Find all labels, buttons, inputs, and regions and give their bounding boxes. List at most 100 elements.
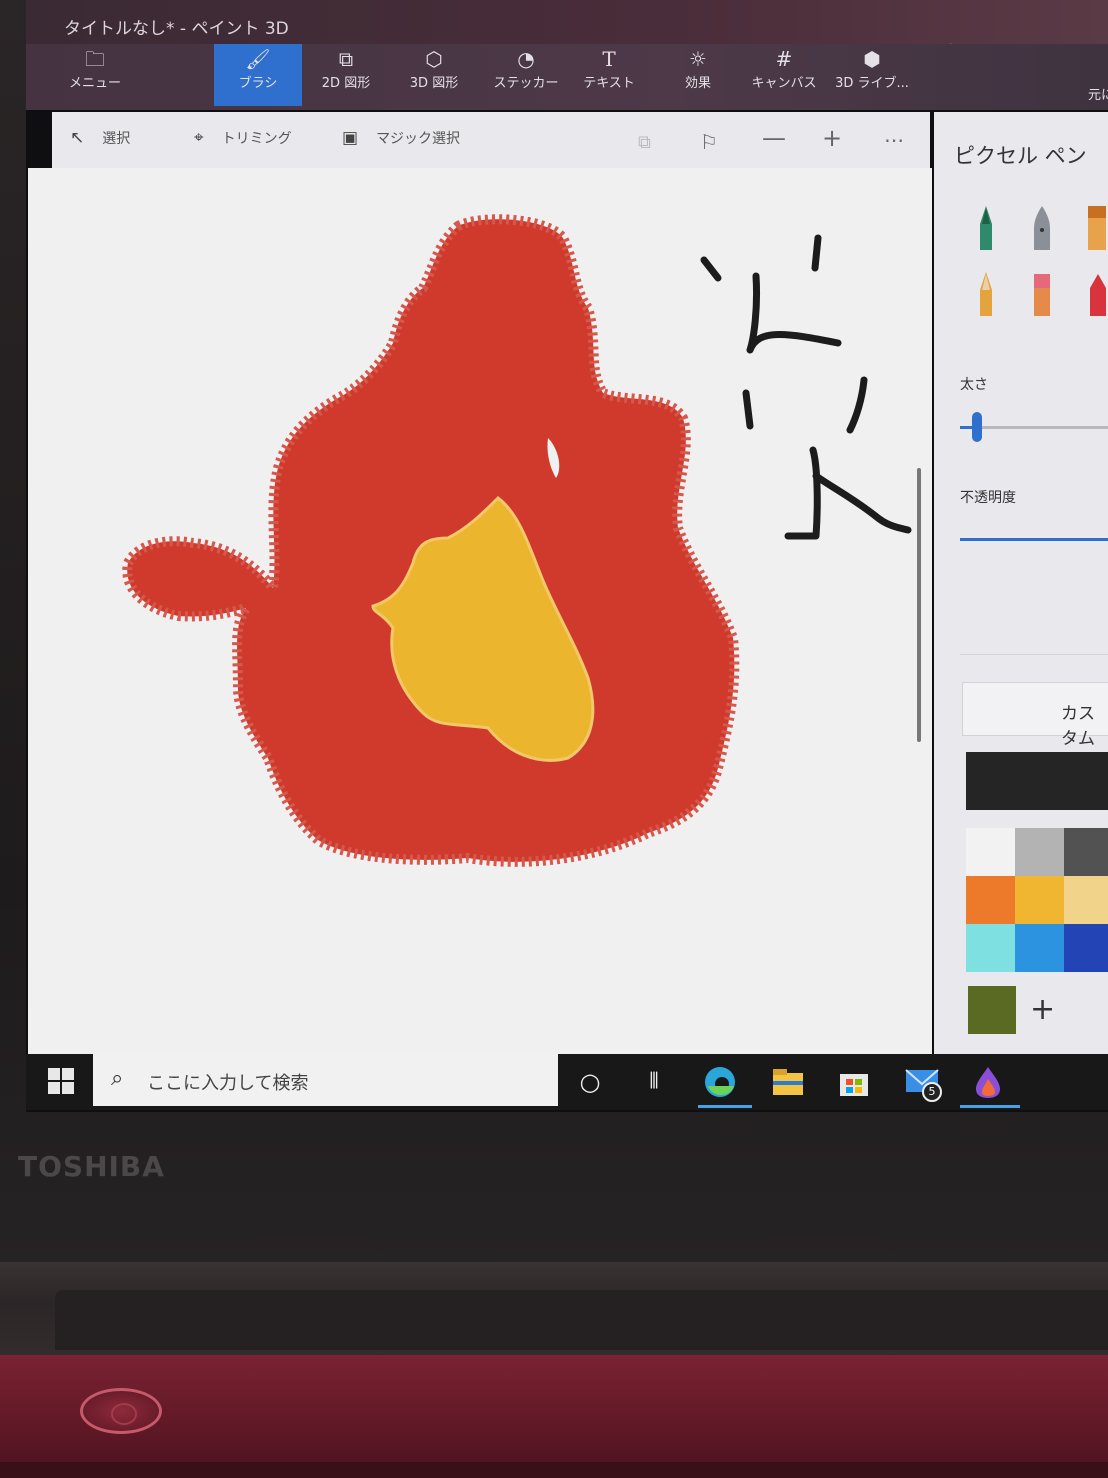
tab-brush-label: ブラシ <box>238 76 278 91</box>
paint-3d-logo <box>976 1067 1000 1098</box>
search-input[interactable]: ⌕ ここに入力して検索 <box>93 1054 558 1106</box>
keyboard-edge <box>0 1462 1108 1478</box>
store-logo <box>840 1074 868 1096</box>
color-swatch[interactable] <box>1015 828 1064 876</box>
edge-logo <box>705 1067 735 1097</box>
tab-2d-shapes-label: 2D 図形 <box>321 76 371 91</box>
mail-icon[interactable]: 5 <box>900 1062 944 1102</box>
magic-select-label: マジック選択 <box>376 131 461 147</box>
magic-select-button[interactable]: ▣ マジック選択 <box>342 128 460 148</box>
3d-shapes-icon: ⬡ <box>425 47 443 71</box>
paint-3d-icon[interactable] <box>960 1062 1020 1108</box>
active-indicator <box>960 1105 1020 1108</box>
select-button[interactable]: ↖ 選択 <box>70 128 130 148</box>
pencil-icon[interactable] <box>968 268 1004 318</box>
crayon-icon[interactable] <box>1084 268 1108 318</box>
laptop-brand-logo: TOSHIBA <box>18 1150 165 1183</box>
2d-shapes-icon: ⧉ <box>338 47 354 71</box>
crop-button[interactable]: ⌖ トリミング <box>194 128 292 148</box>
crop-label: トリミング <box>221 131 292 147</box>
color-swatch[interactable] <box>1064 828 1108 876</box>
menu-label: メニュー <box>68 76 121 91</box>
eraser-icon[interactable] <box>1024 268 1060 318</box>
oil-brush-icon[interactable] <box>1084 202 1108 252</box>
tab-3d-library[interactable]: ⬢ 3D ライブ... <box>832 44 912 106</box>
3d-library-icon: ⬢ <box>863 47 881 71</box>
color-swatch[interactable] <box>1015 876 1064 924</box>
search-placeholder: ここに入力して検索 <box>147 1073 309 1094</box>
zoom-out-icon[interactable]: — <box>762 124 786 152</box>
tab-canvas[interactable]: # キャンバス <box>744 44 824 106</box>
taskbar: ⌕ ここに入力して検索 ○ ⫴ 5 <box>26 1054 1108 1110</box>
zoom-in-icon[interactable]: + <box>822 124 842 152</box>
undo-label: 元に <box>1087 88 1108 103</box>
drawing-canvas[interactable]: 炎 <box>28 168 932 1054</box>
tab-brush[interactable]: 🖌 ブラシ <box>214 44 302 106</box>
task-view-icon[interactable]: ⫴ <box>632 1062 676 1102</box>
brush-icon: 🖌 <box>245 47 271 71</box>
tab-canvas-label: キャンバス <box>751 76 817 91</box>
add-color-button[interactable]: + <box>1030 992 1055 1027</box>
tab-effects[interactable]: ☼ 効果 <box>668 44 728 106</box>
menu-button[interactable]: 🗀 メニュー <box>60 44 130 106</box>
active-indicator <box>698 1105 752 1108</box>
thickness-slider-thumb[interactable] <box>972 412 982 442</box>
color-swatch[interactable] <box>966 876 1015 924</box>
brush-panel: ピクセル ペン 太さ 不透明度 カスタム + <box>934 112 1108 1054</box>
tab-text[interactable]: T テキスト <box>574 44 644 106</box>
folder-logo <box>773 1069 803 1095</box>
thickness-label: 太さ <box>960 377 988 393</box>
custom-label: カスタム <box>1061 704 1095 749</box>
panel-title: ピクセル ペン <box>954 144 1087 168</box>
tab-sticker-label: ステッカー <box>493 76 559 91</box>
color-swatch[interactable] <box>966 828 1015 876</box>
tab-3d-library-label: 3D ライブ... <box>835 76 909 91</box>
store-icon[interactable] <box>832 1062 876 1102</box>
laptop-base <box>0 1355 1108 1478</box>
tab-3d-shapes-label: 3D 図形 <box>409 76 459 91</box>
tab-2d-shapes[interactable]: ⧉ 2D 図形 <box>310 44 382 106</box>
search-icon: ⌕ <box>111 1066 124 1091</box>
mail-badge: 5 <box>922 1082 942 1102</box>
color-swatch[interactable] <box>1064 924 1108 972</box>
canvas-icon: # <box>775 47 793 71</box>
thickness-track[interactable] <box>980 426 1108 429</box>
color-swatch[interactable] <box>1064 876 1108 924</box>
custom-color-button[interactable]: カスタム <box>962 682 1108 749</box>
custom-color-swatch[interactable] <box>968 986 1016 1034</box>
canvas-drawing <box>122 214 912 867</box>
ribbon: 🗀 メニュー 🖌 ブラシ ⧉ 2D 図形 ⬡ 3D 図形 ◔ ステッカー T テ… <box>26 44 1108 110</box>
history-icon[interactable]: ⧉ <box>638 132 651 153</box>
crop-icon: ⌖ <box>194 128 204 148</box>
windows-start-icon[interactable] <box>48 1068 74 1094</box>
cursor-icon: ↖ <box>70 128 85 148</box>
tab-3d-shapes[interactable]: ⬡ 3D 図形 <box>398 44 470 106</box>
tab-sticker[interactable]: ◔ ステッカー <box>486 44 566 106</box>
canvas-scrollbar[interactable] <box>917 468 921 742</box>
window-title: タイトルなし* - ペイント 3D <box>64 19 289 39</box>
magic-select-icon: ▣ <box>342 128 359 148</box>
power-button[interactable] <box>80 1388 162 1434</box>
file-explorer-icon[interactable] <box>766 1062 810 1102</box>
opacity-slider[interactable] <box>960 538 1108 541</box>
title-bar: タイトルなし* - ペイント 3D <box>26 0 1108 48</box>
calligraphy-pen-icon[interactable] <box>1024 202 1060 252</box>
canvas-toolbar: ↖ 選択 ⌖ トリミング ▣ マジック選択 ⧉ ⚐ — + ⋯ <box>52 112 930 170</box>
kanji-drawing <box>700 234 912 540</box>
current-color[interactable] <box>966 752 1108 810</box>
tab-text-label: テキスト <box>583 76 635 91</box>
cortana-icon[interactable]: ○ <box>568 1062 612 1102</box>
opacity-label: 不透明度 <box>960 490 1016 506</box>
color-swatch[interactable] <box>966 924 1015 972</box>
effects-icon: ☼ <box>689 47 707 71</box>
edge-browser-icon[interactable] <box>698 1062 752 1108</box>
more-icon[interactable]: ⋯ <box>884 128 904 152</box>
laptop-hinge-bar <box>55 1290 1108 1350</box>
flag-icon[interactable]: ⚐ <box>700 130 718 154</box>
tab-effects-label: 効果 <box>684 76 711 91</box>
color-swatch[interactable] <box>1015 924 1064 972</box>
panel-divider <box>960 654 1108 655</box>
marker-brush-icon[interactable] <box>968 202 1004 252</box>
sticker-icon: ◔ <box>517 47 535 71</box>
select-label: 選択 <box>102 131 131 147</box>
